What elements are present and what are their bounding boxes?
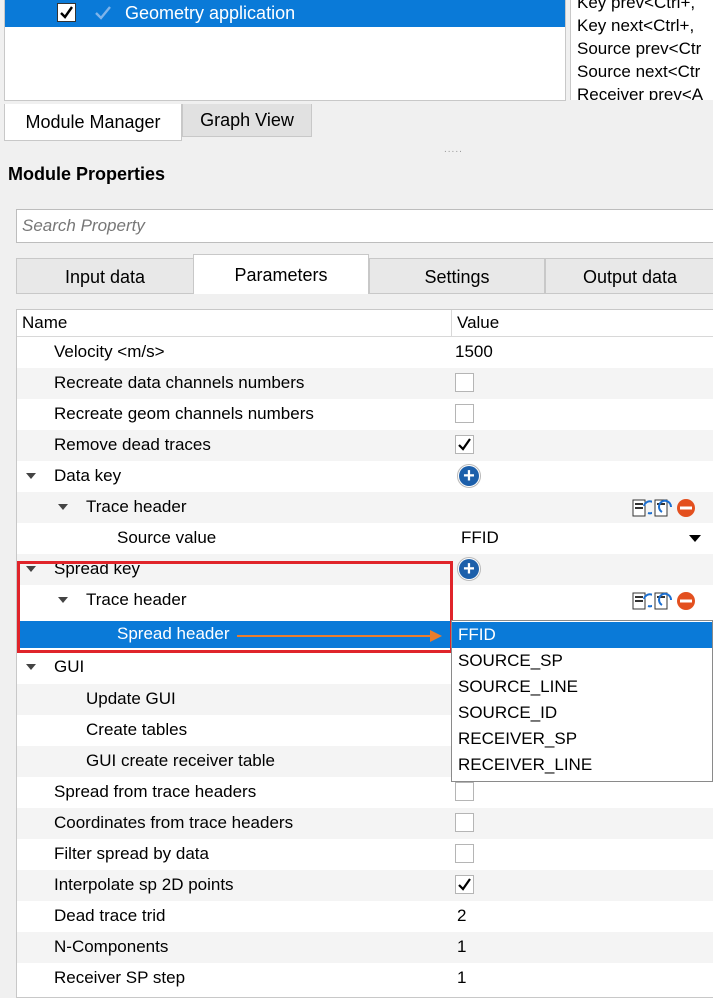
recreate-geom-checkbox[interactable] [455, 404, 474, 423]
section-title: Module Properties [8, 164, 166, 184]
tab-parameters[interactable]: Parameters [193, 254, 369, 294]
property-name: Data key [54, 466, 122, 485]
module-enabled-checkbox[interactable] [57, 3, 76, 22]
property-row[interactable]: Recreate data channels numbers [17, 368, 713, 399]
tab-module-manager[interactable]: Module Manager [4, 104, 182, 141]
property-name: Dead trace trid [54, 906, 166, 925]
expand-arrow-icon[interactable] [26, 473, 36, 479]
remove-icon[interactable] [676, 591, 696, 611]
property-value[interactable]: 1 [457, 968, 466, 988]
add-button[interactable]: + [457, 464, 481, 488]
filter-spread-checkbox[interactable] [455, 844, 474, 863]
property-row[interactable]: Source value FFID [17, 523, 713, 554]
grid-header: Name Value [17, 310, 713, 337]
export-icon[interactable] [654, 591, 674, 611]
property-name: Coordinates from trace headers [54, 813, 294, 832]
spread-from-headers-checkbox[interactable] [455, 782, 474, 801]
property-name: GUI create receiver table [86, 751, 275, 770]
expand-arrow-icon[interactable] [58, 504, 68, 510]
property-name: Spread from trace headers [54, 782, 257, 801]
annotation-arrow-line [237, 635, 433, 637]
property-row[interactable]: Filter spread by data [17, 839, 713, 870]
tab-input-data[interactable]: Input data [16, 258, 194, 294]
property-row[interactable]: Receiver SP step 1 [17, 963, 713, 994]
dropdown-arrow-icon[interactable] [689, 535, 701, 542]
column-header-value[interactable]: Value [457, 313, 499, 333]
expand-arrow-icon[interactable] [26, 664, 36, 670]
splitter-handle[interactable]: ..... [444, 144, 463, 155]
shortcut-item: Source next<Ctr [577, 62, 701, 81]
checkmark-icon [95, 6, 111, 20]
dropdown-option-receiver-sp[interactable]: RECEIVER_SP [452, 726, 712, 752]
coords-from-headers-checkbox[interactable] [455, 813, 474, 832]
dropdown-option-source-sp[interactable]: SOURCE_SP [452, 648, 712, 674]
property-name: Recreate data channels numbers [54, 373, 305, 392]
property-name: Create tables [86, 720, 188, 739]
module-name: Geometry application [125, 3, 296, 23]
property-row[interactable]: Recreate geom channels numbers [17, 399, 713, 430]
header-actions [632, 498, 713, 520]
header-actions [632, 591, 713, 613]
shortcut-item: Key next<Ctrl+, [577, 16, 695, 35]
property-name: Receiver SP step [54, 968, 186, 987]
shortcut-item: Receiver prev<A [577, 85, 704, 100]
property-name: Interpolate sp 2D points [54, 875, 234, 894]
property-row[interactable]: Coordinates from trace headers [17, 808, 713, 839]
property-name: Trace header [86, 497, 187, 516]
property-value[interactable]: FFID [461, 528, 499, 548]
property-row[interactable]: Trace header [17, 492, 713, 523]
dropdown-option-source-line[interactable]: SOURCE_LINE [452, 674, 712, 700]
remove-icon[interactable] [676, 498, 696, 518]
property-name: Recreate geom channels numbers [54, 404, 314, 423]
remove-dead-checkbox[interactable] [455, 435, 474, 454]
property-row[interactable]: N-Components 1 [17, 932, 713, 963]
tab-output-data[interactable]: Output data [545, 258, 713, 294]
add-button[interactable]: + [457, 557, 481, 581]
search-input[interactable] [17, 210, 627, 242]
property-name: GUI [54, 657, 85, 676]
tab-settings[interactable]: Settings [369, 258, 545, 294]
property-value[interactable]: 1500 [455, 342, 493, 362]
shortcut-list: Key prev<Ctrl+, Key next<Ctrl+, Source p… [570, 0, 713, 100]
property-row[interactable]: Dead trace trid 2 [17, 901, 713, 932]
interpolate-sp-checkbox[interactable] [455, 875, 474, 894]
property-row[interactable]: Remove dead traces [17, 430, 713, 461]
plus-icon: + [459, 559, 479, 579]
plus-icon: + [459, 466, 479, 486]
highlight-box [17, 561, 453, 653]
property-name: Source value [117, 528, 217, 547]
property-value[interactable]: 1 [457, 937, 466, 957]
property-name: Update GUI [86, 689, 176, 708]
property-name: N-Components [54, 937, 169, 956]
property-row[interactable]: Data key + [17, 461, 713, 492]
dropdown-option-ffid[interactable]: FFID [452, 622, 712, 648]
search-box[interactable] [16, 209, 713, 243]
module-list[interactable]: Geometry application [4, 0, 566, 101]
property-value[interactable]: 2 [457, 906, 466, 926]
annotation-arrow-head [430, 630, 442, 642]
property-row[interactable]: Velocity <m/s> 1500 [17, 337, 713, 368]
property-row[interactable]: Interpolate sp 2D points [17, 870, 713, 901]
spread-header-dropdown[interactable]: FFID SOURCE_SP SOURCE_LINE SOURCE_ID REC… [451, 620, 713, 782]
dropdown-option-source-id[interactable]: SOURCE_ID [452, 700, 712, 726]
property-name: Velocity <m/s> [54, 342, 165, 361]
import-icon[interactable] [632, 498, 652, 518]
property-name: Remove dead traces [54, 435, 211, 454]
module-list-item-selected[interactable]: Geometry application [5, 0, 565, 27]
recreate-data-checkbox[interactable] [455, 373, 474, 392]
column-header-name[interactable]: Name [22, 313, 67, 333]
export-icon[interactable] [654, 498, 674, 518]
shortcut-item: Source prev<Ctr [577, 39, 702, 58]
dropdown-option-receiver-line[interactable]: RECEIVER_LINE [452, 752, 712, 778]
tab-graph-view[interactable]: Graph View [182, 104, 312, 137]
import-icon[interactable] [632, 591, 652, 611]
shortcut-item: Key prev<Ctrl+, [577, 0, 696, 12]
property-name: Filter spread by data [54, 844, 209, 863]
